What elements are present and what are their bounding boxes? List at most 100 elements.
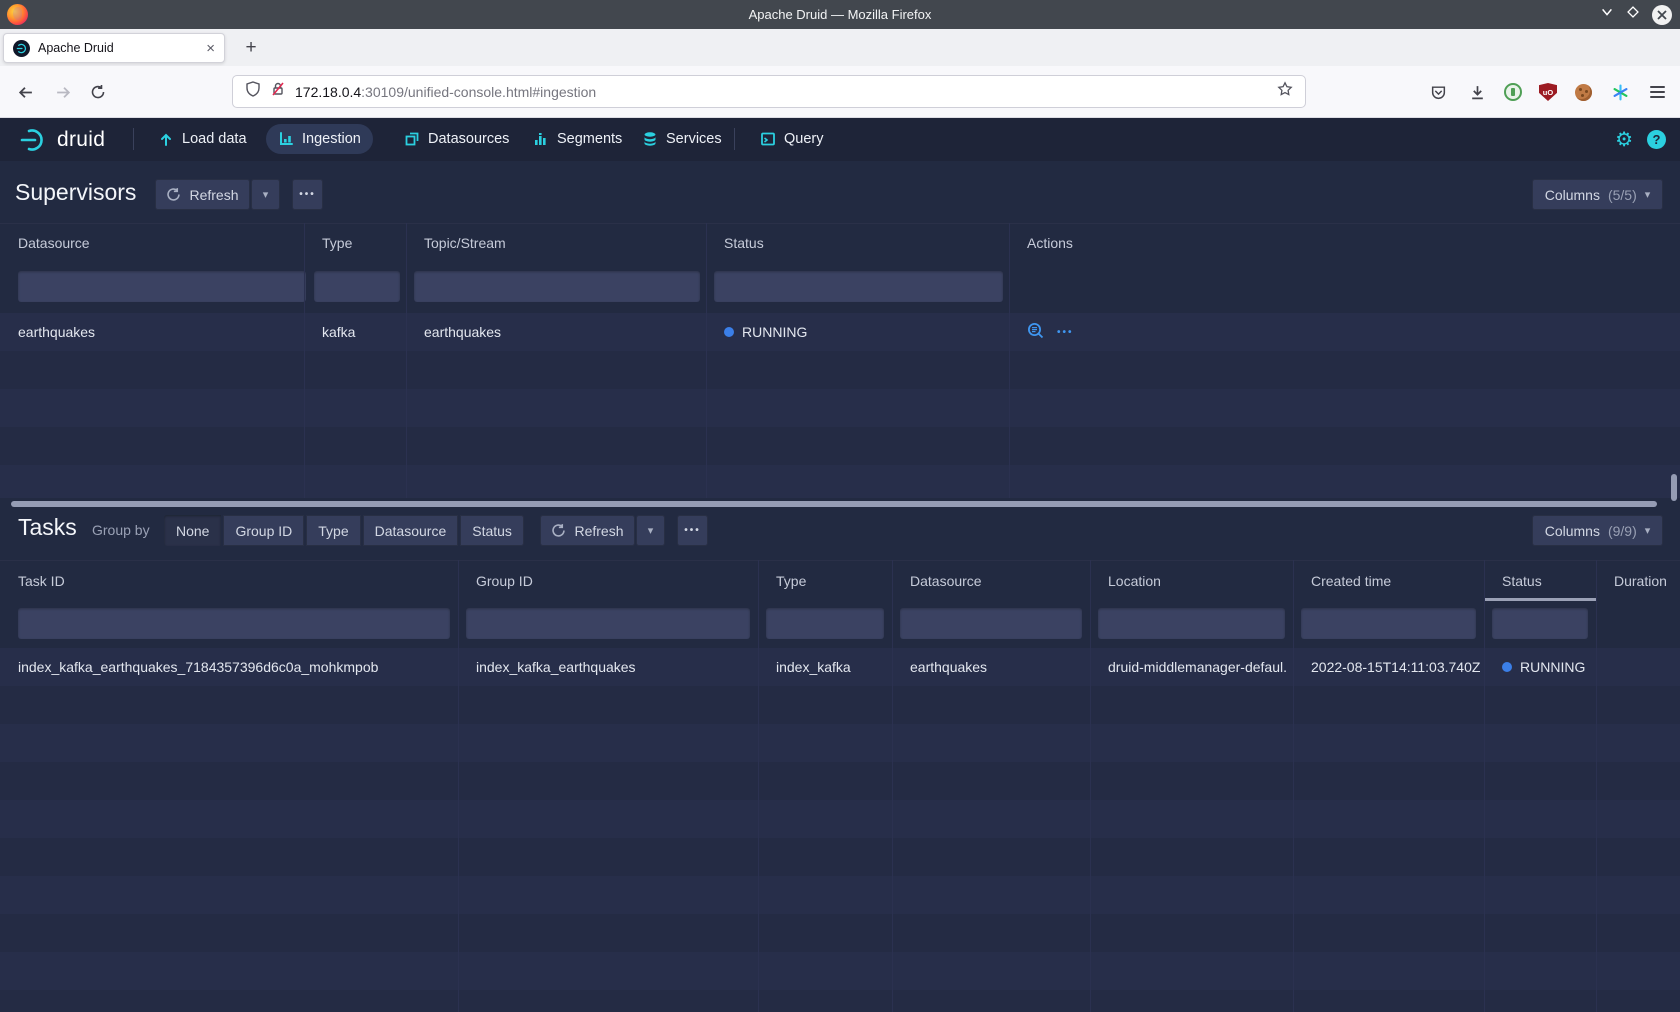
druid-favicon	[13, 40, 30, 57]
reload-icon[interactable]	[83, 66, 113, 118]
col-header-location[interactable]: Location	[1108, 561, 1161, 600]
col-header-status-sorted[interactable]: Status	[1502, 561, 1542, 600]
column-divider	[706, 223, 707, 498]
pocket-icon[interactable]	[1423, 66, 1453, 118]
col-header-topic-stream[interactable]: Topic/Stream	[424, 224, 506, 262]
load-data-icon	[158, 131, 174, 147]
new-tab-button[interactable]: +	[238, 35, 264, 61]
col-header-duration[interactable]: Duration	[1614, 561, 1667, 600]
window-minimize-icon[interactable]	[1600, 5, 1614, 24]
supervisor-more-actions-icon[interactable]: •••	[1057, 327, 1074, 338]
supervisor-detail-magnifier-icon[interactable]	[1027, 322, 1045, 343]
task-created-time: 2022-08-15T14:11:03.740Z	[1311, 648, 1481, 686]
col-header-status[interactable]: Status	[724, 224, 764, 262]
download-icon[interactable]	[1462, 66, 1492, 118]
browser-tab[interactable]: Apache Druid ×	[3, 33, 225, 63]
settings-gear-icon[interactable]: ⚙	[1615, 130, 1633, 150]
nav-item-datasources[interactable]: Datasources	[392, 124, 521, 154]
column-divider	[458, 560, 459, 1012]
shield-icon[interactable]	[245, 81, 261, 102]
supervisor-type: kafka	[322, 313, 402, 351]
supervisors-more-button[interactable]: •••	[292, 179, 323, 210]
nav-item-ingestion[interactable]: Ingestion	[266, 124, 373, 154]
nav-item-segments[interactable]: Segments	[521, 124, 634, 154]
tab-close-icon[interactable]: ×	[206, 41, 215, 56]
running-status-dot	[724, 327, 734, 337]
group-by-none-button[interactable]: None	[164, 515, 221, 546]
window-maximize-icon[interactable]	[1626, 5, 1640, 24]
task-row[interactable]: index_kafka_earthquakes_7184357396d6c0a_…	[0, 648, 1680, 686]
filter-input-status[interactable]	[1492, 608, 1588, 639]
druid-header: druid Load data Ingestion Datasources Se…	[0, 118, 1680, 161]
group-by-label: Group by	[92, 522, 150, 538]
column-divider	[1009, 223, 1010, 498]
col-header-group-id[interactable]: Group ID	[476, 561, 533, 600]
col-header-datasource[interactable]: Datasource	[910, 561, 982, 600]
tasks-columns-button[interactable]: Columns(9/9)▾	[1532, 515, 1663, 546]
nav-item-load-data[interactable]: Load data	[146, 124, 259, 154]
col-header-datasource[interactable]: Datasource	[18, 224, 90, 262]
col-header-task-id[interactable]: Task ID	[18, 561, 65, 600]
datasources-icon	[404, 131, 420, 147]
back-icon[interactable]	[10, 66, 40, 118]
vertical-scrollbar[interactable]	[1671, 474, 1677, 501]
forward-icon[interactable]	[48, 66, 78, 118]
supervisor-status: RUNNING	[724, 313, 1004, 351]
supervisors-refresh-caret-button[interactable]: ▾	[251, 179, 280, 210]
group-by-status-button[interactable]: Status	[460, 515, 524, 546]
filter-input-task-id[interactable]	[18, 608, 450, 639]
lock-insecure-icon[interactable]	[270, 81, 286, 102]
supervisors-empty-rows	[0, 351, 1680, 498]
column-divider	[1596, 560, 1597, 1012]
col-header-type[interactable]: Type	[322, 224, 352, 262]
filter-input-type[interactable]	[766, 608, 884, 639]
filter-input-datasource[interactable]	[18, 271, 306, 302]
help-icon[interactable]: ?	[1647, 130, 1666, 149]
column-divider	[406, 223, 407, 498]
url-host: 172.18.0.4	[295, 84, 361, 100]
ublock-origin-icon[interactable]: uO	[1533, 66, 1563, 118]
tab-title: Apache Druid	[38, 41, 198, 55]
filter-input-created-time[interactable]	[1301, 608, 1476, 639]
nav-item-services[interactable]: Services	[630, 124, 734, 154]
filter-input-group-id[interactable]	[466, 608, 750, 639]
window-title: Apache Druid — Mozilla Firefox	[0, 7, 1680, 22]
menu-hamburger-icon[interactable]	[1642, 66, 1672, 118]
group-by-datasource-button[interactable]: Datasource	[363, 515, 459, 546]
filter-input-type[interactable]	[314, 271, 400, 302]
col-header-created-time[interactable]: Created time	[1311, 561, 1391, 600]
column-divider	[1293, 560, 1294, 1012]
filter-input-topic-stream[interactable]	[414, 271, 700, 302]
cookie-extension-icon[interactable]	[1568, 66, 1598, 118]
tasks-refresh-caret-button[interactable]: ▾	[636, 515, 665, 546]
bookmark-star-icon[interactable]	[1277, 81, 1293, 102]
tasks-more-button[interactable]: •••	[677, 515, 708, 546]
druid-logo[interactable]: druid	[20, 127, 105, 153]
nav-item-query[interactable]: Query	[748, 124, 836, 154]
refresh-icon	[166, 187, 181, 202]
column-divider	[304, 223, 305, 498]
extension-icon-green[interactable]	[1498, 66, 1528, 118]
supervisors-title: Supervisors	[15, 179, 136, 206]
tasks-refresh-button[interactable]: Refresh	[540, 515, 635, 546]
supervisors-filter-row	[0, 262, 1680, 312]
filter-input-location[interactable]	[1098, 608, 1285, 639]
filter-input-status[interactable]	[714, 271, 1003, 302]
window-close-icon[interactable]	[1652, 5, 1672, 25]
running-status-dot	[1502, 662, 1512, 672]
container-asterisk-icon[interactable]	[1605, 66, 1635, 118]
url-bar[interactable]: 172.18.0.4:30109/unified-console.html#in…	[232, 75, 1306, 108]
supervisors-refresh-button[interactable]: Refresh	[155, 179, 250, 210]
group-by-group-id-button[interactable]: Group ID	[223, 515, 304, 546]
window-titlebar: Apache Druid — Mozilla Firefox	[0, 0, 1680, 29]
supervisor-actions: •••	[1027, 313, 1227, 351]
tasks-filter-row	[0, 600, 1680, 648]
tasks-section: Tasks Group by None Group ID Type Dataso…	[0, 507, 1680, 1012]
col-header-type[interactable]: Type	[776, 561, 806, 600]
supervisor-datasource: earthquakes	[18, 313, 298, 351]
group-by-type-button[interactable]: Type	[306, 515, 360, 546]
column-divider	[1484, 560, 1485, 1012]
filter-input-datasource[interactable]	[900, 608, 1082, 639]
supervisor-row[interactable]: earthquakes kafka earthquakes RUNNING ••…	[0, 313, 1680, 351]
supervisors-columns-button[interactable]: Columns(5/5)▾	[1532, 179, 1663, 210]
